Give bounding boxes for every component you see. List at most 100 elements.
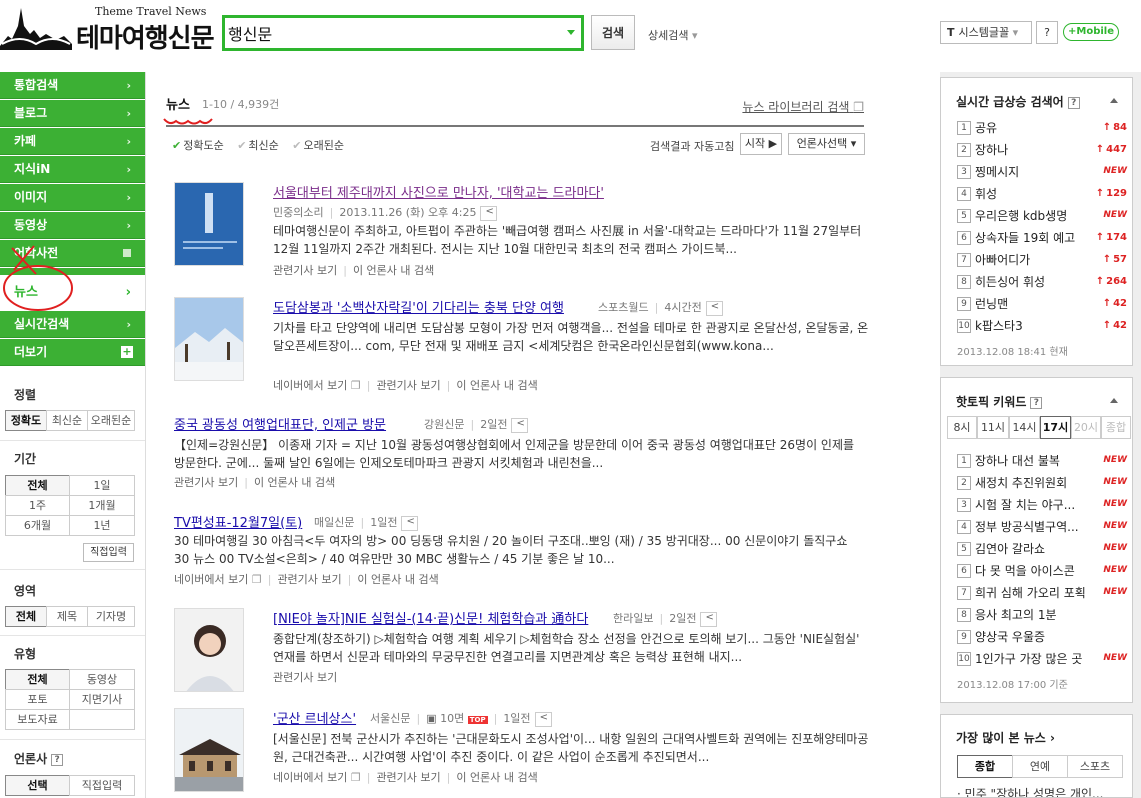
rank-row[interactable]: 8 응사 최고의 1분 <box>957 606 1127 628</box>
rank-row[interactable]: 6다 못 먹을 아이스콘 NEW <box>957 562 1127 584</box>
period-1day[interactable]: 1일 <box>69 475 135 496</box>
type-all[interactable]: 전체 <box>5 669 70 690</box>
type-print[interactable]: 지면기사 <box>69 689 135 710</box>
rank-row[interactable]: 5 김연아 갈라쇼 NEW <box>957 540 1127 562</box>
sidebar-item-blog[interactable]: 블로그 › <box>0 100 145 127</box>
start-button[interactable]: 시작 ▶ <box>740 133 782 155</box>
article-thumbnail[interactable] <box>174 708 244 792</box>
press-input[interactable]: 직접입력 <box>69 775 135 796</box>
advanced-search-link[interactable]: 상세검색 ▾ <box>648 27 698 43</box>
article-title[interactable]: 중국 광동성 여행업대표단, 인제군 방문 <box>174 414 386 433</box>
popular-tab-sports[interactable]: 스포츠 <box>1067 755 1123 778</box>
period-6months[interactable]: 6개월 <box>5 515 70 536</box>
hour-tab-11[interactable]: 11시 <box>977 416 1009 439</box>
popular-news-item[interactable]: · 민주 "장하나 성명은 개인... <box>957 785 1103 797</box>
hour-tab-17[interactable]: 17시 <box>1040 416 1071 439</box>
area-title[interactable]: 제목 <box>46 606 88 627</box>
share-icon[interactable] <box>401 515 419 531</box>
rank-row[interactable]: 8히든싱어 휘성264 <box>957 273 1127 295</box>
article-title[interactable]: [NIE야 놀자]NIE 실험실-(14·끝)신문! 체험학습과 通하다 <box>273 608 588 627</box>
filter-press-title: 언론사? <box>14 750 64 767</box>
sidebar-item-integrated[interactable]: 통합검색 › <box>0 72 145 99</box>
sidebar-item-cafe[interactable]: 카페 › <box>0 128 145 155</box>
rank-row[interactable]: 10k팝스타342 <box>957 317 1127 339</box>
rank-row[interactable]: 9 양상국 우울증 <box>957 628 1127 650</box>
rank-row[interactable]: 1공유84 <box>957 119 1127 141</box>
period-1week[interactable]: 1주 <box>5 495 70 516</box>
logo-skyline-icon[interactable] <box>0 6 72 50</box>
period-1month[interactable]: 1개월 <box>69 495 135 516</box>
rank-row[interactable]: 3 찡메시지 NEW <box>957 163 1127 185</box>
press-select[interactable]: 선택 <box>5 775 70 796</box>
sort-oldest-option[interactable]: 오래된순 <box>292 139 344 152</box>
dropdown-arrow-icon: ▾ <box>1012 26 1019 39</box>
rank-row[interactable]: 1 장하나 대선 불복 NEW <box>957 452 1127 474</box>
rank-row[interactable]: 7아빠어디가57 <box>957 251 1127 273</box>
rank-row[interactable]: 3 시험 잘 치는 야구... NEW <box>957 496 1127 518</box>
popular-tab-all[interactable]: 종합 <box>957 755 1013 778</box>
type-photo[interactable]: 포토 <box>5 689 70 710</box>
help-icon[interactable]: ? <box>1067 96 1080 109</box>
logo-title[interactable]: 테마여행신문 <box>76 18 215 55</box>
period-all[interactable]: 전체 <box>5 475 70 496</box>
sort-latest[interactable]: 최신순 <box>46 410 88 431</box>
popular-tab-entertainment[interactable]: 연예 <box>1012 755 1068 778</box>
date-input-button[interactable]: 직접입력 <box>83 543 134 562</box>
sidebar-item-video[interactable]: 동영상 › <box>0 212 145 239</box>
hour-tab-14[interactable]: 14시 <box>1009 416 1040 439</box>
article-title[interactable]: '군산 르네상스' <box>273 708 356 727</box>
rank-row[interactable]: 2 새정치 추진위원회 NEW <box>957 474 1127 496</box>
sidebar-item-news[interactable]: 뉴스 › <box>0 275 145 311</box>
share-icon[interactable] <box>534 711 552 727</box>
article-thumbnail[interactable] <box>174 297 244 381</box>
type-press-release[interactable]: 보도자료 <box>5 709 70 730</box>
sidebar-item-dictionary[interactable]: 어학사전 <box>0 240 145 267</box>
autocomplete-arrow-icon[interactable] <box>567 30 575 35</box>
hour-tab-8[interactable]: 8시 <box>947 416 977 439</box>
collapse-icon[interactable] <box>1110 98 1118 103</box>
period-1year[interactable]: 1년 <box>69 515 135 536</box>
article-title[interactable]: TV편성표-12월7일(토) <box>174 512 302 531</box>
sort-latest-option[interactable]: 최신순 <box>237 139 279 152</box>
rank-row[interactable]: 9런닝맨42 <box>957 295 1127 317</box>
collapse-icon[interactable] <box>1110 398 1118 403</box>
help-button[interactable]: ? <box>1036 21 1058 44</box>
sidebar-item-kin[interactable]: 지식iN › <box>0 156 145 183</box>
rank-row[interactable]: 6상속자들 19회 예고174 <box>957 229 1127 251</box>
article-thumbnail[interactable] <box>174 608 244 692</box>
rank-row[interactable]: 2장하나447 <box>957 141 1127 163</box>
sidebar-item-realtime[interactable]: 실시간검색 › <box>0 311 145 338</box>
sidebar-item-image[interactable]: 이미지 › <box>0 184 145 211</box>
type-video[interactable]: 동영상 <box>69 669 135 690</box>
sort-oldest[interactable]: 오래된순 <box>87 410 135 431</box>
sort-accuracy[interactable]: 정확도 <box>5 410 47 431</box>
sidebar-item-more[interactable]: 더보기 + <box>0 339 145 366</box>
rank-row[interactable]: 5 우리은행 kdb생명 NEW <box>957 207 1127 229</box>
mobile-button[interactable]: +Mobile <box>1063 23 1119 41</box>
area-reporter[interactable]: 기자명 <box>87 606 135 627</box>
area-all[interactable]: 전체 <box>5 606 47 627</box>
help-icon[interactable]: ? <box>51 753 64 766</box>
share-icon[interactable] <box>511 417 529 433</box>
list-item: 도담삼봉과 '소백산자락길'이 기다리는 충북 단양 여행 스포츠월드 | 4시간전… <box>174 297 868 392</box>
news-library-link[interactable]: 뉴스 라이브러리 검색 ❐ <box>742 98 864 115</box>
share-icon[interactable] <box>480 205 498 221</box>
article-thumbnail[interactable] <box>174 182 244 266</box>
sort-accuracy-option[interactable]: 정확도순 <box>172 139 224 152</box>
press-select-button[interactable]: 언론사선택 ▾ <box>788 133 865 155</box>
share-icon[interactable] <box>705 300 723 316</box>
search-input[interactable] <box>228 21 548 45</box>
search-button[interactable]: 검색 <box>591 15 635 50</box>
popular-news-title[interactable]: 가장 많이 본 뉴스 › <box>956 729 1055 746</box>
help-icon[interactable]: ? <box>1030 396 1043 409</box>
article-title[interactable]: 도담삼봉과 '소백산자락길'이 기다리는 충북 단양 여행 <box>273 297 564 316</box>
article-title[interactable]: 서울대부터 제주대까지 사진으로 만나자, '대학교는 드라마다' <box>273 182 604 201</box>
rank-row[interactable]: 7 희귀 심해 가오리 포획 NEW <box>957 584 1127 606</box>
rank-row[interactable]: 4휘성129 <box>957 185 1127 207</box>
tab-news[interactable]: 뉴스 <box>166 94 190 113</box>
font-select[interactable]: T 시스템글꼴 ▾ <box>940 21 1032 44</box>
rank-row[interactable]: 10 1인가구 가장 많은 곳 NEW <box>957 650 1127 672</box>
divider <box>0 739 145 740</box>
rank-row[interactable]: 4 정부 방공식별구역... NEW <box>957 518 1127 540</box>
share-icon[interactable] <box>700 611 718 627</box>
